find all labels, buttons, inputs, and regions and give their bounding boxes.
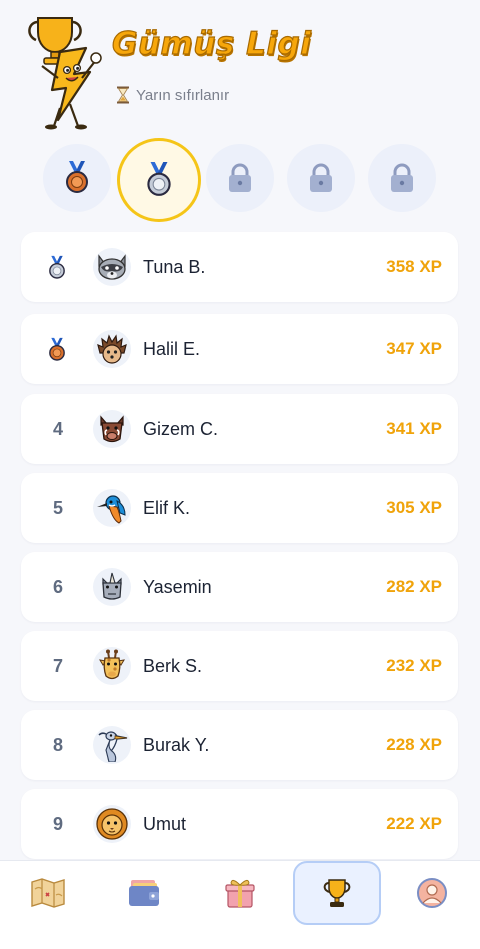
silver-medal-icon xyxy=(147,162,171,196)
map-icon xyxy=(31,878,65,908)
player-xp: 341 XP xyxy=(386,419,442,438)
raccoon-avatar xyxy=(93,248,131,286)
player-name: Tuna B. xyxy=(143,256,206,277)
player-name: Burak Y. xyxy=(143,734,210,755)
player-xp: 305 XP xyxy=(386,498,442,517)
player-xp: 222 XP xyxy=(386,814,442,833)
page-title: Gümüş Ligi xyxy=(111,25,312,62)
reset-text: Yarın sıfırlanır xyxy=(136,86,230,104)
league-locked-3[interactable] xyxy=(368,144,436,212)
gift-icon xyxy=(225,879,255,908)
player-xp: 228 XP xyxy=(386,735,442,754)
player-xp: 282 XP xyxy=(386,577,442,596)
bronze-medal-icon xyxy=(66,161,88,193)
league-bronze[interactable] xyxy=(43,144,111,212)
bottom-tab-bar xyxy=(0,860,480,949)
player-name: Gizem C. xyxy=(143,418,219,439)
tab-profile[interactable] xyxy=(384,861,480,925)
player-rank: 7 xyxy=(52,655,63,676)
league-locked-2[interactable] xyxy=(287,144,355,212)
rhino-avatar xyxy=(93,568,131,606)
profile-icon xyxy=(417,878,447,908)
tab-map[interactable] xyxy=(0,861,96,925)
player-xp: 232 XP xyxy=(386,656,442,675)
player-name: Yasemin xyxy=(143,576,212,597)
list-item[interactable]: 5 Elif K. 305 XP xyxy=(21,473,458,543)
list-item[interactable]: Halil E. 347 XP xyxy=(21,314,458,384)
list-item[interactable]: 8 Burak Y. 228 XP xyxy=(21,710,458,780)
list-item[interactable]: 6 Yasemin 282 XP xyxy=(21,552,458,622)
player-rank: 5 xyxy=(52,497,63,518)
hourglass-icon xyxy=(117,86,129,104)
silver-medal-icon xyxy=(49,255,65,279)
reset-info: Yarın sıfırlanır xyxy=(116,86,229,104)
list-item[interactable]: 7 Berk S. 232 XP xyxy=(21,631,458,701)
league-silver[interactable] xyxy=(117,138,201,222)
player-rank: 8 xyxy=(52,734,63,755)
trophy-mascot-icon xyxy=(28,17,102,130)
list-item[interactable]: 9 Umut 222 XP xyxy=(21,789,458,859)
kingfisher-avatar xyxy=(93,489,131,527)
hedgehog-avatar xyxy=(93,330,131,368)
player-rank: 9 xyxy=(52,813,63,834)
tab-leaderboard[interactable] xyxy=(293,861,381,925)
player-rank: 6 xyxy=(52,576,63,597)
player-name: Umut xyxy=(143,813,187,834)
lock-icon xyxy=(229,163,251,192)
trophy-icon xyxy=(323,879,351,907)
lock-icon xyxy=(310,163,332,192)
league-locked-1[interactable] xyxy=(206,144,274,212)
player-name: Elif K. xyxy=(143,497,191,518)
player-name: Berk S. xyxy=(143,655,203,676)
league-header: Gümüş Ligi Yarın sıfırlanır xyxy=(0,0,480,140)
player-name: Halil E. xyxy=(143,338,201,359)
boar-avatar xyxy=(93,410,131,448)
wallet-icon xyxy=(129,880,159,906)
heron-avatar xyxy=(93,726,131,764)
tab-gifts[interactable] xyxy=(192,861,288,925)
lion-avatar xyxy=(93,805,131,843)
league-selector xyxy=(0,138,480,228)
giraffe-avatar xyxy=(93,647,131,685)
list-item[interactable]: Tuna B. 358 XP xyxy=(21,232,458,302)
list-item[interactable]: 4 Gizem C. 341 XP xyxy=(21,394,458,464)
player-rank: 4 xyxy=(52,418,63,439)
tab-wallet[interactable] xyxy=(96,861,192,925)
bronze-medal-icon xyxy=(49,337,65,361)
player-xp: 358 XP xyxy=(386,257,442,276)
lock-icon xyxy=(391,163,413,192)
player-xp: 347 XP xyxy=(386,339,442,358)
